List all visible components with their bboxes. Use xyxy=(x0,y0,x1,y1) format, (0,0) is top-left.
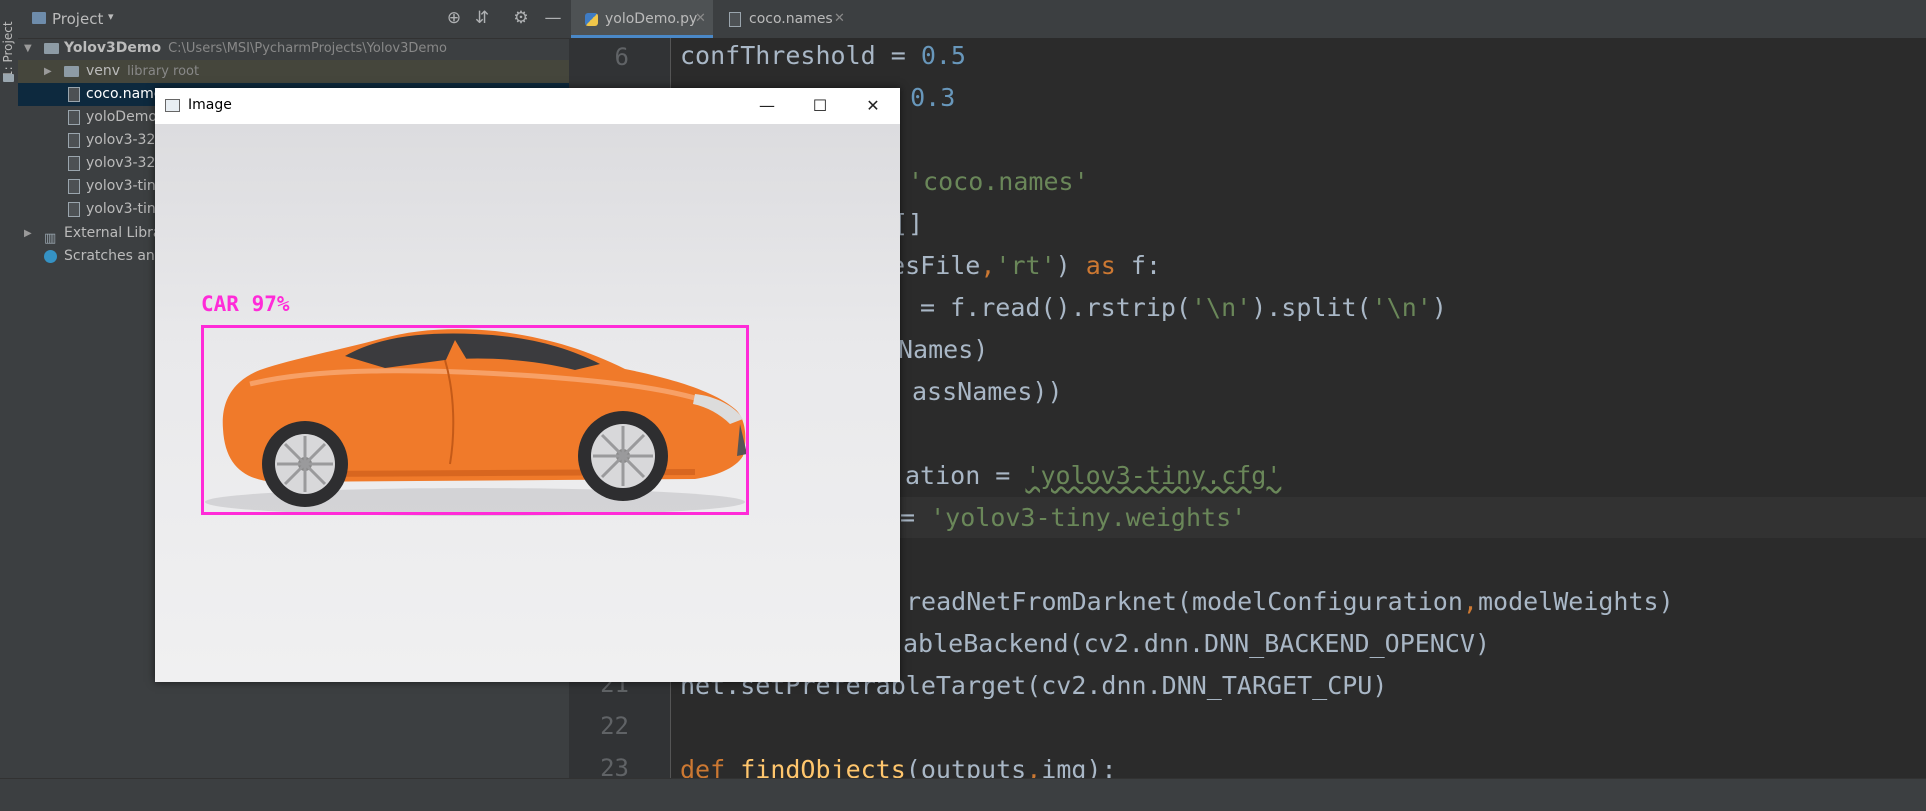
library-root-note: library root xyxy=(127,64,200,79)
file-icon xyxy=(729,12,741,27)
project-tool-button[interactable]: 1: Project xyxy=(1,18,17,78)
collapse-all-icon[interactable]: ⇵ xyxy=(472,8,492,28)
python-file-icon xyxy=(68,110,80,125)
line-number: 22 xyxy=(600,712,629,740)
code-line: ation = 'yolov3-tiny.cfg' xyxy=(905,461,1282,490)
image-window-titlebar[interactable]: Image — ☐ ✕ xyxy=(155,88,900,124)
project-panel-header: Project ▾ ⊕ ⇵ ⚙ — xyxy=(18,0,569,39)
folder-icon xyxy=(3,74,14,82)
tab-label: yoloDemo.py xyxy=(605,11,698,27)
python-file-icon xyxy=(585,13,598,26)
editor-tabs: yoloDemo.py ✕ coco.names ✕ xyxy=(569,0,1926,39)
line-number: 6 xyxy=(614,43,629,71)
image-window[interactable]: Image — ☐ ✕ CAR 97% xyxy=(155,88,900,682)
expand-arrow-icon[interactable]: ▼ xyxy=(24,37,32,60)
minimize-button[interactable]: — xyxy=(741,88,793,124)
maximize-button[interactable]: ☐ xyxy=(794,88,846,124)
file-icon xyxy=(68,179,80,194)
tool-window-strip: 1: Project xyxy=(0,0,19,810)
code-line: = 'yolov3-tiny.weights' xyxy=(900,503,1247,532)
close-button[interactable]: ✕ xyxy=(847,88,899,124)
chevron-down-icon[interactable]: ▾ xyxy=(108,10,114,23)
file-icon xyxy=(68,87,80,102)
code-line: = f.read().rstrip('\n').split('\n') xyxy=(905,293,1447,322)
code-line: sesFile,'rt') as f: xyxy=(875,251,1162,280)
tree-item-venv[interactable]: ▶ venv library root xyxy=(18,60,569,83)
file-icon xyxy=(68,156,80,171)
tab-yolodemo-py[interactable]: yoloDemo.py ✕ xyxy=(571,0,713,38)
file-icon xyxy=(68,133,80,148)
detection-image: CAR 97% xyxy=(155,124,900,682)
scratches-icon xyxy=(44,250,57,263)
status-bar xyxy=(0,778,1926,811)
code-line: 'coco.names' xyxy=(908,167,1089,196)
tree-item-label: venv xyxy=(86,63,121,79)
project-icon xyxy=(32,12,46,24)
folder-icon xyxy=(44,43,59,54)
file-icon xyxy=(68,202,80,217)
close-icon[interactable]: ✕ xyxy=(695,0,706,38)
tree-item-label: Yolov3Demo xyxy=(64,40,162,56)
project-path: C:\Users\MSI\PycharmProjects\Yolov3Demo xyxy=(168,41,448,56)
detection-label: CAR 97% xyxy=(201,292,290,316)
gear-icon[interactable]: ⚙ xyxy=(511,8,531,28)
expand-arrow-icon[interactable]: ▶ xyxy=(24,222,32,245)
close-icon[interactable]: ✕ xyxy=(834,0,845,38)
tab-coco-names[interactable]: coco.names ✕ xyxy=(715,0,855,38)
expand-arrow-icon[interactable]: ▶ xyxy=(44,60,52,83)
folder-icon xyxy=(64,66,79,77)
window-icon xyxy=(165,99,180,112)
code-line: assNames)) xyxy=(912,377,1063,406)
project-view-selector[interactable]: Project xyxy=(52,10,103,28)
code-line: Names) xyxy=(898,335,989,364)
detection-bounding-box xyxy=(201,325,749,515)
tab-label: coco.names xyxy=(749,11,833,27)
code-line: ableBackend(cv2.dnn.DNN_BACKEND_OPENCV) xyxy=(903,629,1490,658)
tree-item-yolov3demo[interactable]: ▼ Yolov3Demo C:\Users\MSI\PycharmProjects… xyxy=(18,37,569,60)
hide-panel-icon[interactable]: — xyxy=(543,8,563,28)
locate-icon[interactable]: ⊕ xyxy=(444,8,464,28)
window-title: Image xyxy=(188,97,232,113)
code-line: confThreshold = 0.5 xyxy=(680,41,966,70)
code-line: readNetFromDarknet(modelConfiguration,mo… xyxy=(906,587,1674,616)
